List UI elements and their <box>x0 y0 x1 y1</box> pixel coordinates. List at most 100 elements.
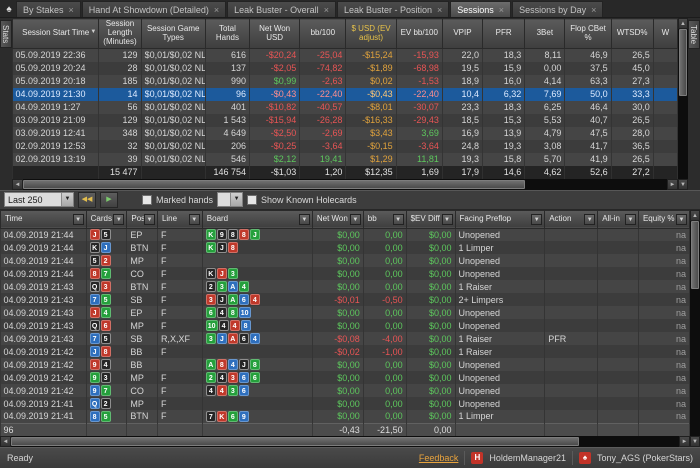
column-header-usd-ev-adjust[interactable]: $ USD (EV adjust) <box>345 18 397 49</box>
column-header-wtsd[interactable]: WTSD% <box>610 18 654 49</box>
session-row[interactable]: 04.09.2019 1:27 56 $0,01/$0,02 NL 401 -$10,8… <box>12 100 678 114</box>
hand-row[interactable]: 04.09.2019 21:43 Q 3 BTN F 2 3 A 4 $0,00 0,00 $0,00… <box>0 280 690 293</box>
hand-row[interactable]: 04.09.2019 21:43 7 5 SB R,X,XF 3 J A 6 4 -$0,08 -4,… <box>0 332 690 345</box>
stats-side-tab[interactable]: Stats <box>0 20 12 49</box>
column-header-bb[interactable]: bb ▼ <box>362 209 407 229</box>
column-header-3bet[interactable]: 3Bet <box>524 18 566 49</box>
filter-dropdown-icon[interactable]: ▼ <box>441 213 453 225</box>
tab-by-stakes[interactable]: By Stakes × <box>16 1 81 17</box>
scrollbar-thumb[interactable] <box>691 220 699 290</box>
scroll-right-icon[interactable]: ► <box>679 436 690 447</box>
filter-dropdown-icon[interactable]: ▼ <box>188 213 200 225</box>
hand-row[interactable]: 04.09.2019 21:43 Q 6 MP F 10 4 4 8 $0,00 0,00 $0,00… <box>0 319 690 332</box>
column-header-net-won[interactable]: Net Won ▼ <box>311 209 364 229</box>
column-header-line[interactable]: Line ▼ <box>156 209 203 229</box>
scroll-left-icon[interactable]: ◄ <box>0 436 11 447</box>
scroll-up-icon[interactable]: ▲ <box>678 18 688 29</box>
sort-arrow-icon[interactable]: ▼ <box>90 29 96 36</box>
filter-dropdown-icon[interactable]: ▼ <box>392 213 404 225</box>
column-header-ev-diff[interactable]: $EV Diff ▼ <box>405 209 456 229</box>
column-header-facing-preflop[interactable]: Facing Preflop ▼ <box>454 209 546 229</box>
column-header-total-hands[interactable]: Total Hands <box>204 18 251 49</box>
tab-close-icon[interactable]: × <box>69 5 74 15</box>
replay-back-button[interactable]: ◀◀ <box>78 191 96 208</box>
filter-dropdown-icon[interactable]: ▼ <box>298 213 310 225</box>
column-header-ev-bb-100[interactable]: EV bb/100 <box>395 18 443 49</box>
column-header-equity[interactable]: Equity % ▼ <box>637 209 690 229</box>
tab-close-icon[interactable]: × <box>214 5 219 15</box>
scroll-down-icon[interactable]: ▼ <box>690 435 700 447</box>
sessions-horizontal-scrollbar[interactable]: ◄ ► <box>12 178 678 190</box>
hand-row[interactable]: 04.09.2019 21:43 7 5 SB F 3 J A 6 4 -$0,01 -0,50 $0,… <box>0 293 690 306</box>
tab-leak-buster-position[interactable]: Leak Buster - Position × <box>336 1 450 17</box>
sessions-vertical-scrollbar[interactable]: ▲ ▼ <box>678 18 688 190</box>
column-header-all-in[interactable]: All-in ▼ <box>597 209 639 229</box>
filter-dropdown-icon[interactable]: ▼ <box>531 213 543 225</box>
column-header-bb-100[interactable]: bb/100 <box>299 18 347 49</box>
scroll-up-icon[interactable]: ▲ <box>690 209 700 221</box>
column-header-cards[interactable]: Cards ▼ <box>85 209 128 229</box>
hand-row[interactable]: 04.09.2019 21:42 9 4 BB A 8 4 J 8 $0,00 0,00 $0,00 U… <box>0 358 690 371</box>
column-header-time[interactable]: Time ▼ <box>0 209 87 229</box>
session-row[interactable]: 02.09.2019 13:19 39 $0,01/$0,02 NL 546 $2,12… <box>12 152 678 166</box>
column-header-vpip[interactable]: VPIP <box>441 18 484 49</box>
hand-row[interactable]: 04.09.2019 21:41 8 5 BTN F 7 K 6 9 $0,00 0,00 $0,00… <box>0 410 690 423</box>
tab-close-icon[interactable]: × <box>324 5 329 15</box>
scroll-left-icon[interactable]: ◄ <box>12 178 23 190</box>
column-header-session-length-minutes[interactable]: Session Length (Minutes) <box>98 18 142 49</box>
scrollbar-thumb[interactable] <box>679 29 687 97</box>
scroll-right-icon[interactable]: ► <box>667 178 678 190</box>
session-row[interactable]: 02.09.2019 12:53 32 $0,01/$0,02 NL 206 -$0,2… <box>12 139 678 153</box>
session-row[interactable]: 04.09.2019 21:30 14 $0,01/$0,02 NL 96 -$0,43… <box>12 87 678 101</box>
filter-dropdown-icon[interactable]: ▼ <box>143 213 155 225</box>
tab-close-icon[interactable]: × <box>499 5 504 15</box>
filter-dropdown-icon[interactable]: ▼ <box>72 213 84 225</box>
hand-row[interactable]: 04.09.2019 21:41 Q 2 MP F $0,00 0,00 $0,00 Unope… <box>0 397 690 410</box>
filter-dropdown-icon[interactable]: ▼ <box>624 213 636 225</box>
marked-hands-filter-dropdown[interactable]: ▼ <box>217 192 244 207</box>
scrollbar-thumb[interactable] <box>23 179 526 189</box>
tab-close-icon[interactable]: × <box>437 5 442 15</box>
hands-vertical-scrollbar[interactable]: ▲ ▼ <box>690 209 700 447</box>
filter-dropdown-icon[interactable]: ▼ <box>349 213 361 225</box>
scrollbar-track[interactable] <box>678 29 688 179</box>
column-header-pos[interactable]: Pos ▼ <box>126 209 158 229</box>
tab-sessions-by-day[interactable]: Sessions by Day × <box>512 1 604 17</box>
column-header-net-won-usd[interactable]: Net Won USD <box>249 18 301 49</box>
session-row[interactable]: 03.09.2019 12:41 348 $0,01/$0,02 NL 4 649 -$… <box>12 126 678 140</box>
column-header-flop-cbet[interactable]: Flop CBet % <box>564 18 612 49</box>
hands-range-dropdown[interactable]: Last 250 ▼ <box>4 192 74 207</box>
tab-hand-at-showdown-detailed[interactable]: Hand At Showdown (Detailed) × <box>81 1 227 17</box>
scrollbar-thumb[interactable] <box>11 437 579 446</box>
hand-row[interactable]: 04.09.2019 21:44 J 5 EP F K 9 8 8 J $0,00 0,00 $0,00… <box>0 228 690 241</box>
filter-dropdown-icon[interactable]: ▼ <box>113 213 125 225</box>
hand-row[interactable]: 04.09.2019 21:42 9 7 CO F 4 4 3 6 $0,00 0,00 $0,00 U… <box>0 384 690 397</box>
scroll-down-icon[interactable]: ▼ <box>678 178 688 190</box>
column-header-w[interactable]: W <box>652 18 678 49</box>
table-side-tab[interactable]: Table <box>688 20 700 50</box>
column-header-board[interactable]: Board ▼ <box>201 209 313 229</box>
column-header-pfr[interactable]: PFR <box>482 18 526 49</box>
hand-row[interactable]: 04.09.2019 21:44 K J BTN F K J 8 $0,00 0,00 $0,00 1… <box>0 241 690 254</box>
session-row[interactable]: 05.09.2019 22:36 129 $0,01/$0,02 NL 616 -$20… <box>12 48 678 62</box>
hands-horizontal-scrollbar[interactable]: ◄ ► <box>0 436 690 447</box>
session-row[interactable]: 05.09.2019 20:24 28 $0,01/$0,02 NL 137 -$2,0… <box>12 61 678 75</box>
filter-dropdown-icon[interactable]: ▼ <box>584 213 596 225</box>
scrollbar-track[interactable] <box>11 436 679 447</box>
hand-row[interactable]: 04.09.2019 21:44 8 7 CO F K J 3 $0,00 0,00 $0,00 Un… <box>0 267 690 280</box>
tab-leak-buster-overall[interactable]: Leak Buster - Overall × <box>227 1 336 17</box>
column-header-action[interactable]: Action ▼ <box>544 209 599 229</box>
hand-row[interactable]: 04.09.2019 21:43 J 4 EP F 6 4 8 10 $0,00 0,00 $0,00… <box>0 306 690 319</box>
hand-row[interactable]: 04.09.2019 21:44 5 2 MP F $0,00 0,00 $0,00 Unope… <box>0 254 690 267</box>
hand-row[interactable]: 04.09.2019 21:42 9 3 MP F 2 4 3 6 6 $0,00 0,00 $0,00… <box>0 371 690 384</box>
filter-dropdown-icon[interactable]: ▼ <box>676 213 687 225</box>
session-row[interactable]: 03.09.2019 21:09 129 $0,01/$0,02 NL 1 543 -$… <box>12 113 678 127</box>
session-row[interactable]: 05.09.2019 20:18 185 $0,01/$0,02 NL 990 $0,9… <box>12 74 678 88</box>
scrollbar-track[interactable] <box>23 179 667 190</box>
marked-hands-checkbox[interactable] <box>142 194 152 205</box>
tab-close-icon[interactable]: × <box>591 5 596 15</box>
replay-hand-button[interactable]: ▶ <box>100 191 118 208</box>
show-holecards-checkbox[interactable] <box>247 194 258 205</box>
hand-row[interactable]: 04.09.2019 21:42 J 8 BB F -$0,02 -1,00 $0,00 1 R… <box>0 345 690 358</box>
tab-sessions[interactable]: Sessions × <box>450 1 512 17</box>
